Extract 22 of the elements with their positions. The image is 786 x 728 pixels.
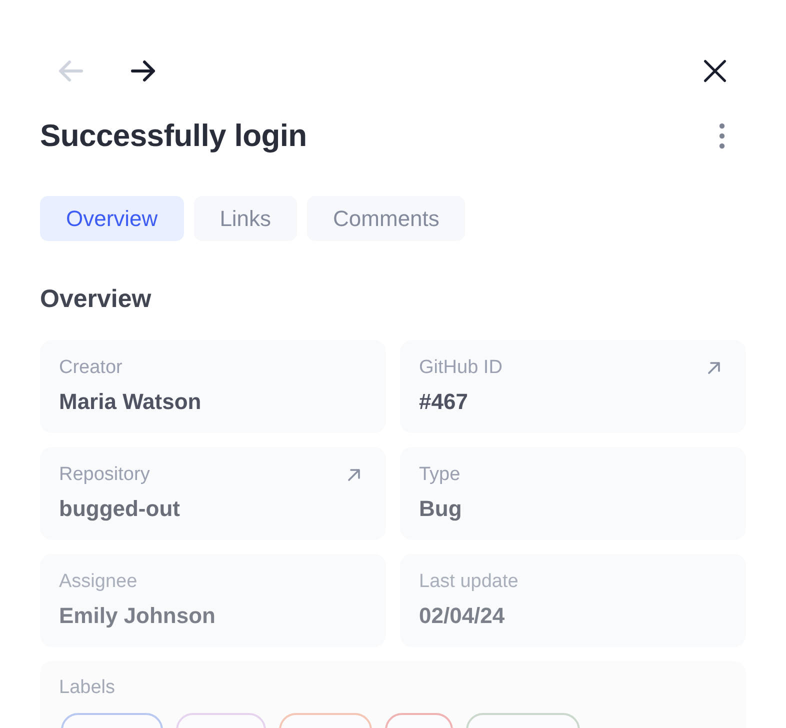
field-label: Creator [59, 357, 122, 379]
field-label: Type [419, 464, 460, 486]
field-value: #467 [419, 389, 469, 415]
field-label: Assignee [59, 571, 138, 593]
field-value: Emily Johnson [59, 603, 216, 629]
field-value: 02/04/24 [419, 603, 506, 629]
field-label: Last update [419, 571, 518, 593]
tab[interactable]: Comments [307, 196, 466, 241]
external-link-icon[interactable] [346, 467, 362, 483]
field-value: Bug [419, 496, 463, 522]
tab[interactable]: Links [194, 196, 298, 241]
field-label: Repository [59, 464, 150, 486]
page-title: Successfully login [40, 118, 307, 154]
close-icon[interactable] [702, 58, 728, 84]
field-value: Maria Watson [59, 389, 202, 415]
field-value: bugged-out [59, 496, 181, 522]
external-link-icon[interactable] [706, 360, 722, 376]
more-options-icon[interactable] [718, 122, 726, 150]
tab[interactable]: Overview [40, 196, 184, 241]
field-label: Labels [59, 677, 116, 699]
field-label: GitHub ID [419, 357, 502, 379]
section-title: Overview [40, 285, 152, 314]
